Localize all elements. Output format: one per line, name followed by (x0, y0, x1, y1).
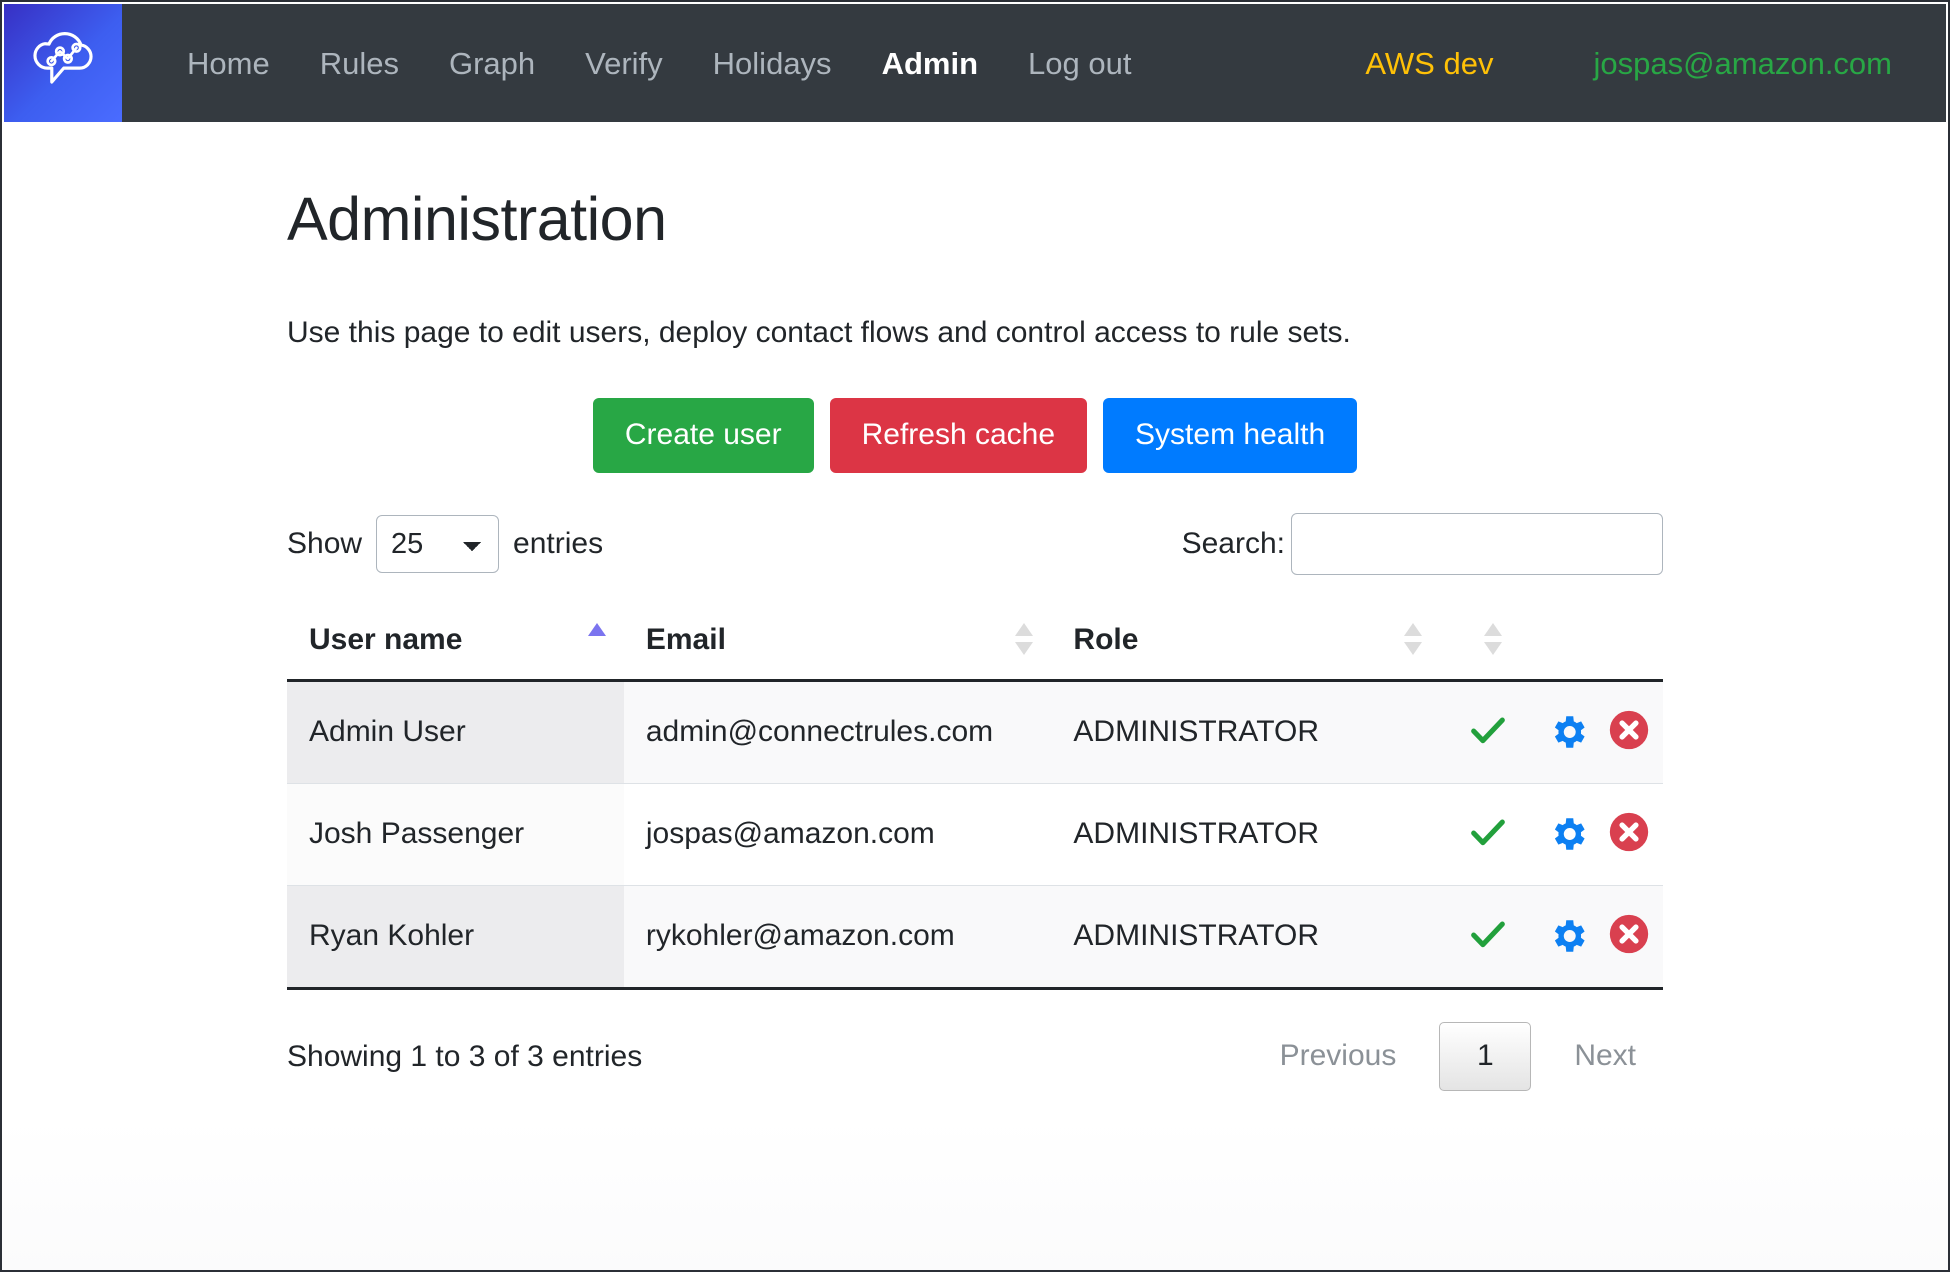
table-row: Ryan Kohler rykohler@amazon.com ADMINIST… (287, 885, 1663, 990)
system-health-button[interactable]: System health (1103, 398, 1358, 473)
column-header-actions-2 (1520, 604, 1663, 682)
sort-none-icon (1015, 622, 1034, 655)
delete-circle-icon[interactable] (1603, 806, 1655, 858)
cell-user-name: Admin User (287, 680, 624, 784)
cell-verify-action (1440, 783, 1521, 886)
column-header-email[interactable]: Email (623, 604, 1052, 682)
sort-ascending-icon (587, 622, 606, 655)
table-header-row: User name Email Role (287, 604, 1663, 682)
settings-gear-icon[interactable] (1542, 706, 1594, 758)
table-row: Admin User admin@connectrules.com ADMINI… (287, 680, 1663, 784)
refresh-cache-button[interactable]: Refresh cache (829, 398, 1088, 473)
column-header-label: User name (309, 622, 463, 656)
show-label: Show (287, 526, 363, 560)
settings-gear-icon[interactable] (1542, 808, 1594, 860)
verify-check-icon[interactable] (1462, 908, 1514, 960)
brand-logo[interactable] (4, 4, 122, 122)
users-table-head: User name Email Role (287, 604, 1663, 682)
nav-link-holidays[interactable]: Holidays (688, 38, 857, 89)
users-table: User name Email Role Admin User admin@co… (287, 604, 1663, 990)
action-button-bar: Create user Refresh cache System health (287, 398, 1663, 473)
environment-indicator[interactable]: AWS dev (1345, 38, 1513, 89)
cell-email: admin@connectrules.com (623, 680, 1052, 784)
entries-label: entries (513, 526, 604, 560)
cell-email: rykohler@amazon.com (623, 885, 1052, 990)
delete-circle-icon[interactable] (1603, 908, 1655, 960)
nav-link-home[interactable]: Home (162, 38, 295, 89)
sort-none-icon (1484, 622, 1503, 655)
pagination-previous-button[interactable]: Previous (1253, 1022, 1424, 1091)
table-toolbar: Show 10 25 50 100 entries Search: (287, 509, 1663, 579)
verify-check-icon[interactable] (1462, 806, 1514, 858)
cell-edit-delete-actions (1520, 885, 1663, 990)
delete-circle-icon[interactable] (1603, 704, 1655, 756)
page-length-select[interactable]: 10 25 50 100 (376, 514, 500, 573)
pagination-next-button[interactable]: Next (1547, 1022, 1663, 1091)
column-header-label: Email (645, 622, 726, 656)
cell-verify-action (1440, 885, 1521, 990)
page-length-control: Show 10 25 50 100 entries (287, 514, 604, 573)
main-content: Administration Use this page to edit use… (2, 122, 1948, 1100)
verify-check-icon[interactable] (1462, 704, 1514, 756)
column-header-user-name[interactable]: User name (287, 604, 624, 682)
sort-none-icon (1404, 622, 1423, 655)
cell-user-name: Ryan Kohler (287, 885, 624, 990)
nav-right-group: AWS dev jospas@amazon.com (1345, 38, 1946, 89)
create-user-button[interactable]: Create user (592, 398, 814, 473)
cell-role: ADMINISTRATOR (1051, 885, 1441, 990)
pagination-page-1-button[interactable]: 1 (1439, 1022, 1532, 1091)
cell-role: ADMINISTRATOR (1051, 680, 1441, 784)
cell-verify-action (1440, 680, 1521, 784)
column-header-label: Role (1073, 622, 1139, 656)
column-header-actions-1[interactable] (1440, 604, 1521, 682)
current-user-email[interactable]: jospas@amazon.com (1573, 38, 1912, 89)
table-footer: Showing 1 to 3 of 3 entries Previous 1 N… (287, 1014, 1663, 1100)
cell-email: jospas@amazon.com (623, 783, 1052, 886)
settings-gear-icon[interactable] (1542, 910, 1594, 962)
cloud-analytics-logo-icon (24, 24, 102, 102)
entries-info: Showing 1 to 3 of 3 entries (287, 1039, 643, 1073)
page-description: Use this page to edit users, deploy cont… (287, 316, 1351, 349)
cell-user-name: Josh Passenger (287, 783, 624, 886)
nav-link-graph[interactable]: Graph (424, 38, 560, 89)
cell-edit-delete-actions (1520, 783, 1663, 886)
page-title: Administration (287, 185, 667, 253)
search-control: Search: (1181, 512, 1663, 575)
app-window: Home Rules Graph Verify Holidays Admin L… (0, 0, 1950, 1272)
pagination-controls: Previous 1 Next (1253, 1022, 1663, 1091)
cell-edit-delete-actions (1520, 680, 1663, 784)
nav-link-log-out[interactable]: Log out (1003, 38, 1156, 89)
table-row: Josh Passenger jospas@amazon.com ADMINIS… (287, 783, 1663, 886)
search-label: Search: (1181, 526, 1285, 560)
users-table-body: Admin User admin@connectrules.com ADMINI… (287, 680, 1663, 990)
search-input[interactable] (1291, 512, 1663, 575)
column-header-role[interactable]: Role (1051, 604, 1441, 682)
nav-link-rules[interactable]: Rules (295, 38, 424, 89)
top-navigation-bar: Home Rules Graph Verify Holidays Admin L… (4, 4, 1946, 122)
nav-link-admin[interactable]: Admin (857, 38, 1003, 89)
cell-role: ADMINISTRATOR (1051, 783, 1441, 886)
nav-links: Home Rules Graph Verify Holidays Admin L… (162, 38, 1156, 89)
nav-link-verify[interactable]: Verify (560, 38, 688, 89)
